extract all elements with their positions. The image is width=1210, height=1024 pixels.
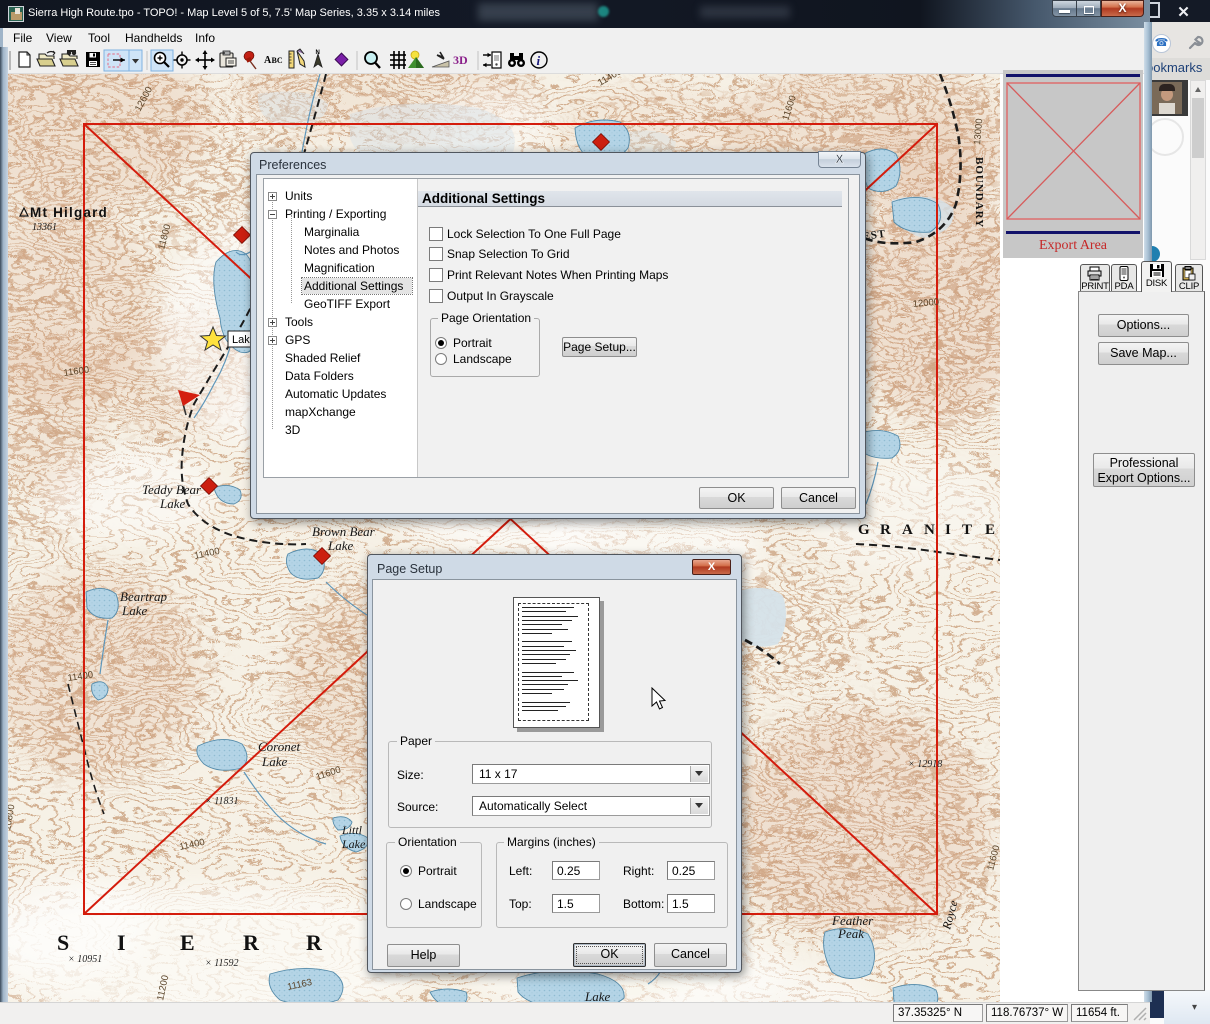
svg-text:E: E — [985, 522, 995, 538]
svg-text:Littl: Littl — [341, 823, 363, 837]
svg-text:Brown Bear: Brown Bear — [312, 524, 376, 539]
svg-text:× 11831: × 11831 — [205, 796, 239, 807]
svg-text:Beartrap: Beartrap — [120, 589, 167, 604]
svg-text:i: i — [537, 53, 541, 68]
svg-text:× 10951: × 10951 — [68, 954, 102, 965]
svg-text:BC: BC — [272, 56, 283, 65]
svg-text:3D: 3D — [453, 53, 468, 67]
svg-text:Coronet: Coronet — [258, 739, 301, 754]
svg-text:BOUNDARY: BOUNDARY — [973, 157, 985, 228]
svg-text:T: T — [962, 522, 972, 538]
svg-text:Lake: Lake — [327, 538, 354, 553]
svg-text:N: N — [316, 50, 320, 56]
svg-text:Mt Hilgard: Mt Hilgard — [30, 205, 108, 220]
svg-text:S: S — [57, 930, 69, 955]
svg-text:R: R — [243, 930, 260, 955]
svg-text:12000: 12000 — [912, 297, 939, 310]
svg-text:Teddy Bear: Teddy Bear — [142, 482, 202, 497]
svg-text:13361: 13361 — [32, 222, 57, 233]
svg-text:× 12918: × 12918 — [908, 759, 942, 770]
svg-text:E: E — [180, 930, 195, 955]
svg-text:Peak: Peak — [837, 926, 864, 941]
svg-text:Lake: Lake — [341, 837, 366, 851]
svg-text:A: A — [902, 522, 913, 538]
svg-text:R: R — [306, 930, 323, 955]
svg-text:Lake: Lake — [121, 603, 148, 618]
svg-text:I: I — [117, 930, 126, 955]
svg-text:R: R — [880, 522, 891, 538]
svg-text:G: G — [858, 522, 870, 538]
svg-text:Lake: Lake — [584, 989, 611, 1002]
svg-text:Lake: Lake — [261, 754, 288, 769]
svg-text:I: I — [945, 522, 951, 538]
svg-text:13000: 13000 — [972, 118, 985, 145]
svg-text:Lake: Lake — [159, 496, 186, 511]
svg-text:× 11592: × 11592 — [205, 958, 239, 969]
svg-text:N: N — [924, 522, 935, 538]
